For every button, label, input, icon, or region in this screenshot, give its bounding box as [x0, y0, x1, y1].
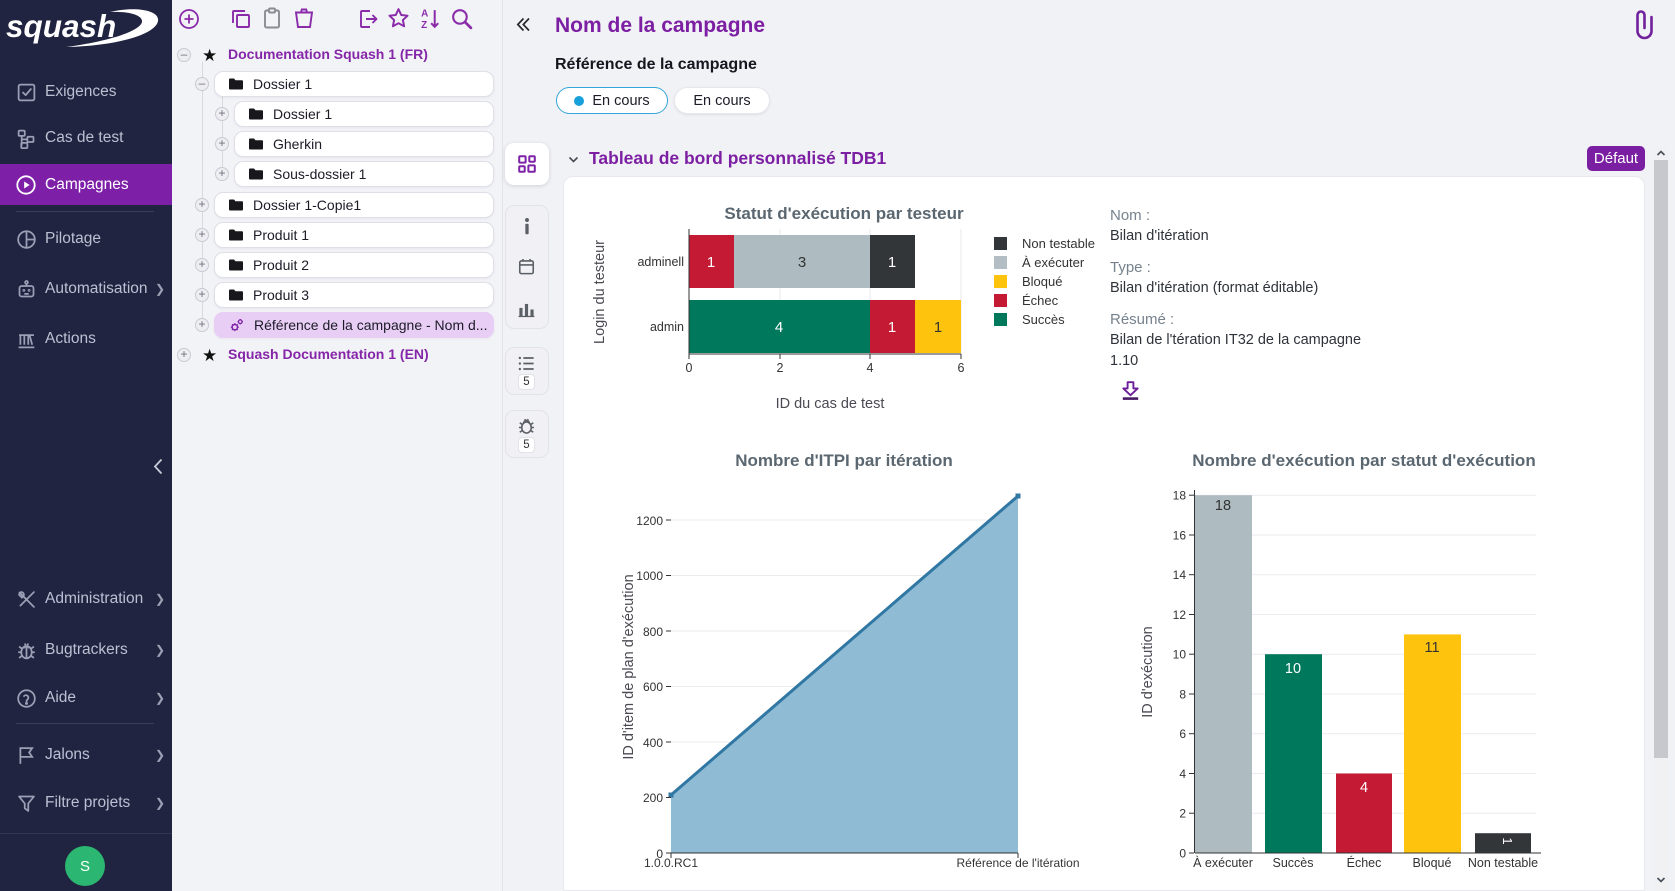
svg-text:2: 2 — [777, 361, 784, 375]
svg-text:4: 4 — [775, 319, 783, 336]
svg-text:À exécuter: À exécuter — [1193, 855, 1253, 870]
svg-text:Bloqué: Bloqué — [1413, 856, 1452, 870]
svg-text:0: 0 — [686, 361, 693, 375]
svg-text:0: 0 — [1179, 847, 1186, 861]
svg-text:4: 4 — [1360, 780, 1368, 796]
svg-text:Échec: Échec — [1022, 293, 1059, 308]
svg-text:1.0.0.RC1: 1.0.0.RC1 — [644, 856, 698, 870]
svg-text:11: 11 — [1424, 640, 1439, 656]
svg-text:Non testable: Non testable — [1022, 236, 1095, 251]
svg-text:adminell: adminell — [637, 255, 684, 269]
svg-text:16: 16 — [1173, 528, 1187, 542]
svg-text:1: 1 — [888, 254, 896, 271]
svg-text:800: 800 — [643, 625, 663, 639]
svg-text:1: 1 — [888, 319, 896, 336]
svg-text:Non testable: Non testable — [1468, 856, 1538, 870]
svg-text:18: 18 — [1173, 489, 1187, 503]
svg-text:ID d'exécution: ID d'exécution — [1140, 626, 1156, 717]
svg-text:ID d'item de plan d'exécution: ID d'item de plan d'exécution — [621, 574, 637, 759]
svg-text:1: 1 — [934, 319, 942, 336]
svg-text:Succès: Succès — [1273, 856, 1314, 870]
svg-text:Échec: Échec — [1347, 855, 1382, 870]
svg-text:Bloqué: Bloqué — [1022, 274, 1062, 289]
svg-text:Statut d'exécution par testeur: Statut d'exécution par testeur — [724, 204, 964, 223]
svg-text:Login du testeur: Login du testeur — [592, 240, 608, 344]
svg-text:4: 4 — [1179, 767, 1186, 781]
svg-text:À exécuter: À exécuter — [1022, 255, 1085, 270]
svg-text:12: 12 — [1173, 608, 1187, 622]
svg-text:Référence de l'itération: Référence de l'itération — [956, 856, 1079, 870]
svg-text:10: 10 — [1173, 648, 1187, 662]
svg-text:Succès: Succès — [1022, 312, 1065, 327]
svg-text:admin: admin — [650, 320, 684, 334]
svg-text:6: 6 — [1179, 727, 1186, 741]
svg-text:Nombre d'exécution par statut: Nombre d'exécution par statut d'exécutio… — [1192, 451, 1535, 470]
svg-text:4: 4 — [867, 361, 874, 375]
svg-text:1000: 1000 — [636, 569, 663, 583]
svg-text:1200: 1200 — [636, 514, 663, 528]
svg-text:600: 600 — [643, 680, 663, 694]
svg-text:200: 200 — [643, 791, 663, 805]
svg-text:Z: Z — [421, 20, 427, 31]
svg-text:1: 1 — [1500, 837, 1515, 844]
svg-text:A: A — [421, 8, 428, 19]
svg-text:squash: squash — [6, 8, 116, 44]
svg-text:6: 6 — [958, 361, 965, 375]
svg-text:3: 3 — [798, 254, 806, 271]
svg-text:2: 2 — [1179, 807, 1186, 821]
svg-text:400: 400 — [643, 736, 663, 750]
svg-text:10: 10 — [1285, 661, 1301, 677]
svg-text:1: 1 — [707, 254, 715, 271]
svg-text:18: 18 — [1215, 498, 1231, 514]
svg-text:ID du cas de test: ID du cas de test — [776, 396, 885, 411]
svg-text:8: 8 — [1179, 687, 1186, 701]
svg-text:14: 14 — [1173, 568, 1187, 582]
svg-text:Nombre d'ITPI par itération: Nombre d'ITPI par itération — [735, 451, 953, 470]
